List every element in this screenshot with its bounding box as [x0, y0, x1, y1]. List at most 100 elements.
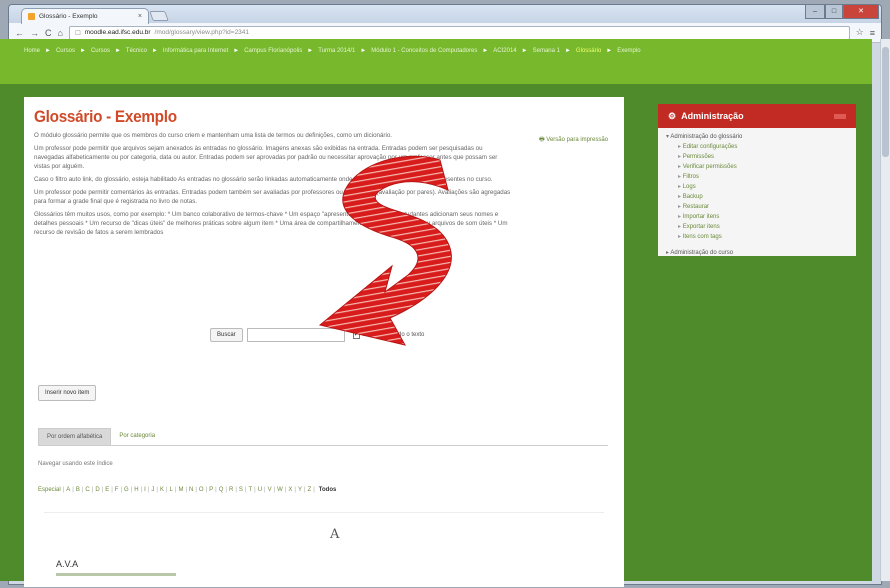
- letter-separator: |: [111, 487, 113, 493]
- letter-separator: |: [244, 487, 247, 493]
- admin-item[interactable]: Permissões: [666, 152, 848, 162]
- menu-icon[interactable]: ≡: [870, 28, 875, 38]
- forward-icon[interactable]: →: [30, 28, 39, 38]
- description-paragraph: Glossários têm muitos usos, como por exe…: [34, 211, 508, 236]
- breadcrumb-item[interactable]: Cursos: [56, 48, 75, 54]
- letter-link[interactable]: V: [268, 487, 272, 493]
- breadcrumb-item[interactable]: ACI2014: [493, 48, 516, 54]
- letter-link[interactable]: U: [258, 487, 262, 493]
- admin-item[interactable]: Logs: [666, 182, 848, 192]
- breadcrumb-separator: ►: [606, 48, 613, 54]
- letter-all-link[interactable]: Todos: [319, 487, 337, 493]
- letter-link[interactable]: A: [66, 487, 70, 493]
- letter-link[interactable]: S: [239, 487, 243, 493]
- url-host: moodle.ead.ifsc.edu.br: [84, 29, 151, 36]
- page-icon: ☐: [74, 29, 81, 37]
- letter-link[interactable]: H: [134, 487, 138, 493]
- letter-link[interactable]: N: [189, 487, 193, 493]
- letter-link[interactable]: Z: [308, 487, 312, 493]
- scrollbar[interactable]: [880, 39, 890, 581]
- search-input[interactable]: [246, 328, 345, 342]
- letter-separator: |: [185, 487, 188, 493]
- bookmark-star-icon[interactable]: ☆: [856, 27, 864, 38]
- breadcrumb-separator: ►: [307, 48, 314, 54]
- full-text-checkbox[interactable]: [352, 330, 360, 339]
- letter-link[interactable]: L: [170, 487, 173, 493]
- entry-title[interactable]: A.V.A: [56, 559, 78, 569]
- letter-link[interactable]: B: [76, 487, 80, 493]
- new-tab-button[interactable]: [149, 11, 169, 21]
- letter-separator: |: [72, 487, 74, 493]
- letter-separator: |: [156, 487, 158, 493]
- breadcrumb-item[interactable]: Informática para Internet: [163, 48, 228, 54]
- admin-item[interactable]: Filtros: [666, 172, 848, 182]
- letter-link[interactable]: T: [248, 487, 252, 493]
- breadcrumb-separator: ►: [151, 48, 158, 54]
- letter-separator: |: [304, 487, 306, 493]
- letter-link[interactable]: J: [151, 487, 154, 493]
- letter-link[interactable]: E: [105, 487, 109, 493]
- admin-item[interactable]: Backup: [666, 192, 848, 202]
- breadcrumb-item[interactable]: Glossário: [576, 48, 601, 54]
- back-icon[interactable]: ←: [15, 28, 24, 38]
- close-window-button[interactable]: ✕: [843, 5, 879, 19]
- breadcrumb-item[interactable]: Exemplo: [617, 48, 640, 54]
- address-bar[interactable]: ☐ moodle.ead.ifsc.edu.br/mod/glossary/vi…: [68, 25, 850, 40]
- breadcrumb-separator: ►: [521, 48, 528, 54]
- letter-link[interactable]: M: [178, 487, 183, 493]
- breadcrumb-item[interactable]: Campus Florianópolis: [244, 48, 302, 54]
- letter-link[interactable]: Especial: [38, 487, 61, 493]
- letter-link[interactable]: P: [209, 487, 213, 493]
- admin-item[interactable]: Verificar permissões: [666, 162, 848, 172]
- letter-separator: |: [273, 487, 276, 493]
- letter-link[interactable]: X: [288, 487, 292, 493]
- block-hide-icon[interactable]: [834, 113, 846, 119]
- admin-section-glossary[interactable]: Administração do glossário: [666, 132, 848, 142]
- tab-alphabetical[interactable]: Por ordem alfabética: [38, 428, 112, 445]
- tab-close-icon[interactable]: ×: [138, 13, 142, 20]
- letter-separator: |: [62, 487, 65, 493]
- letter-heading: A: [330, 527, 340, 542]
- admin-item[interactable]: Exportar itens: [666, 222, 848, 232]
- browser-tab[interactable]: Glossário - Exemplo ×: [21, 8, 149, 24]
- admin-item[interactable]: Restaurar: [666, 202, 848, 212]
- letter-link[interactable]: I: [144, 487, 146, 493]
- maximize-button[interactable]: □: [825, 5, 843, 19]
- search-button[interactable]: Buscar: [210, 328, 243, 342]
- main-content: Glossário - Exemplo 🖶 Versão para impres…: [24, 97, 624, 587]
- breadcrumb-item[interactable]: Semana 1: [533, 48, 560, 54]
- reload-icon[interactable]: C: [45, 28, 52, 38]
- letter-link[interactable]: D: [95, 487, 99, 493]
- letter-link[interactable]: Q: [219, 487, 224, 493]
- letter-separator: |: [174, 487, 177, 493]
- letter-link[interactable]: W: [277, 487, 283, 493]
- breadcrumb-separator: ►: [114, 48, 121, 54]
- letter-link[interactable]: C: [85, 487, 89, 493]
- scrollbar-thumb[interactable]: [882, 47, 889, 157]
- letter-link[interactable]: O: [199, 487, 204, 493]
- admin-section-course[interactable]: Administração do curso: [666, 248, 848, 258]
- letter-link[interactable]: G: [124, 487, 129, 493]
- minimize-button[interactable]: –: [805, 5, 825, 19]
- print-version-link[interactable]: 🖶 Versão para impressão: [539, 135, 608, 145]
- letter-separator: |: [205, 487, 208, 493]
- breadcrumb-item[interactable]: Módulo 1 - Conceitos de Computadores: [371, 48, 477, 54]
- full-text-search-option[interactable]: Buscar em todo o texto: [352, 330, 424, 339]
- breadcrumb-item[interactable]: Turma 2014/1: [318, 48, 355, 54]
- admin-item[interactable]: Editar configurações: [666, 142, 848, 152]
- breadcrumb-item[interactable]: Cursos: [91, 48, 110, 54]
- admin-item[interactable]: Itens com tags: [666, 232, 848, 242]
- browse-index-label: Navegar usando este índice: [38, 461, 113, 467]
- add-entry-button[interactable]: Inserir novo item: [38, 385, 97, 401]
- admin-item[interactable]: Importar itens: [666, 212, 848, 222]
- letter-link[interactable]: Y: [298, 487, 302, 493]
- letter-link[interactable]: F: [115, 487, 119, 493]
- letter-separator: |: [81, 487, 84, 493]
- letter-link[interactable]: R: [229, 487, 233, 493]
- moodle-page: Home ► Cursos ► Cursos ► Técnico ► Informática p…: [0, 39, 872, 587]
- breadcrumb-item[interactable]: Home: [24, 48, 40, 54]
- breadcrumb-item[interactable]: Técnico: [126, 48, 147, 54]
- tab-category[interactable]: Por categoria: [111, 428, 163, 445]
- letter-link[interactable]: K: [160, 487, 164, 493]
- home-icon[interactable]: ⌂: [58, 28, 63, 38]
